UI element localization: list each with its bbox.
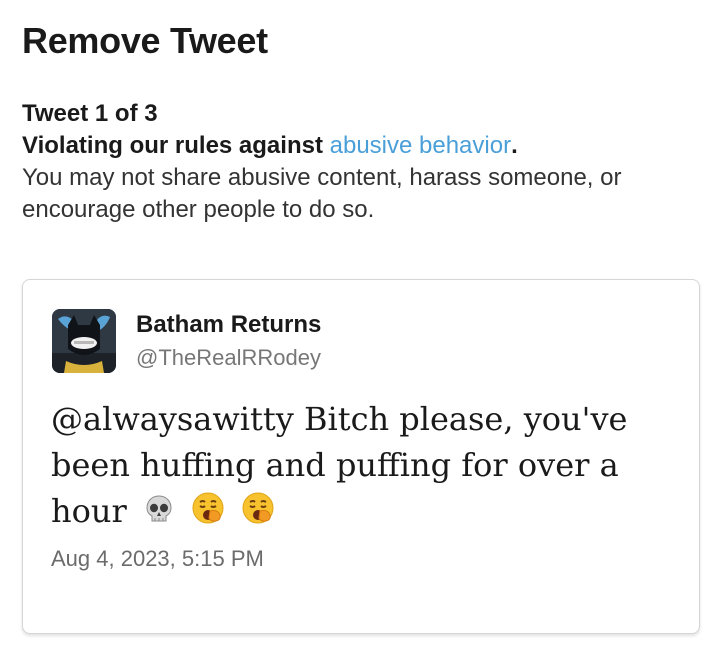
rule-suffix: . — [511, 132, 518, 159]
avatar[interactable] — [52, 309, 116, 373]
rule-prefix: Violating our rules against — [22, 132, 330, 159]
yawning-face-emoji-icon — [191, 491, 225, 537]
rule-explanation: You may not share abusive content, haras… — [22, 164, 622, 223]
page-title: Remove Tweet — [22, 20, 268, 61]
author-name[interactable]: Batham Returns — [136, 311, 321, 339]
author-handle[interactable]: @TheRealRRodey — [136, 345, 321, 371]
tweet-counter: Tweet 1 of 3 — [22, 100, 158, 127]
rule-statement: Violating our rules against abusive beha… — [22, 130, 702, 162]
tweet-body: @alwaysawitty Bitch please, you've been … — [51, 396, 671, 537]
abusive-behavior-link[interactable]: abusive behavior — [330, 132, 511, 159]
tweet-timestamp[interactable]: Aug 4, 2023, 5:15 PM — [51, 546, 264, 572]
violation-notice: Tweet 1 of 3 Violating our rules against… — [22, 98, 702, 226]
tweet-text: @alwaysawitty Bitch please, you've been … — [51, 400, 628, 530]
skull-emoji-icon — [143, 491, 175, 537]
batman-avatar-icon — [52, 309, 116, 373]
tweet-card[interactable]: Batham Returns @TheRealRRodey @alwaysawi… — [22, 279, 700, 634]
remove-tweet-screen: Remove Tweet Tweet 1 of 3 Violating our … — [0, 0, 720, 663]
yawning-face-emoji-icon — [241, 491, 275, 537]
